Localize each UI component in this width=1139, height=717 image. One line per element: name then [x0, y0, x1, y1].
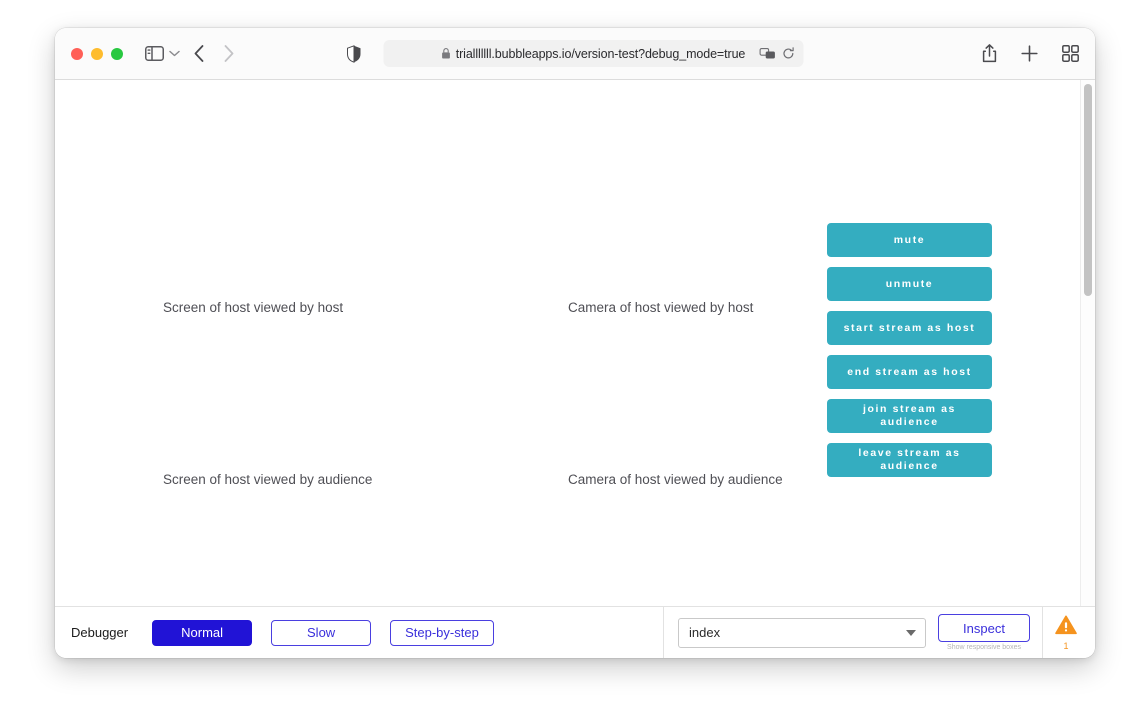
close-window-button[interactable] — [71, 47, 83, 60]
sidebar-icon[interactable] — [145, 46, 164, 61]
chevron-down-icon — [906, 629, 916, 636]
page-content: Screen of host viewed by host Camera of … — [55, 80, 1095, 606]
warning-count: 1 — [1063, 640, 1069, 651]
screen-of-host-viewed-by-audience-label: Screen of host viewed by audience — [163, 472, 373, 487]
warning-triangle-icon — [1055, 615, 1077, 640]
camera-of-host-viewed-by-audience-label: Camera of host viewed by audience — [568, 472, 783, 487]
reload-icon[interactable] — [783, 47, 795, 60]
debugger-speed-slow-button[interactable]: Slow — [271, 619, 372, 646]
url-bar-icons — [759, 47, 795, 60]
forward-button[interactable] — [224, 45, 234, 62]
debugger-bar: Debugger Normal Slow Step-by-step index … — [55, 606, 1095, 658]
browser-toolbar: trialllllll.bubbleapps.io/version-test?d… — [55, 28, 1095, 80]
minimize-window-button[interactable] — [91, 47, 103, 60]
window-controls — [71, 47, 123, 60]
leave-stream-as-audience-button[interactable]: leave stream as audience — [827, 443, 992, 477]
scrollbar-thumb[interactable] — [1084, 84, 1092, 296]
tab-grid-icon[interactable] — [1062, 45, 1079, 62]
join-stream-as-audience-button[interactable]: join stream as audience — [827, 399, 992, 433]
stream-action-buttons: mute unmute start stream as host end str… — [827, 223, 992, 477]
debugger-speed-step-by-step-button[interactable]: Step-by-step — [390, 619, 494, 646]
inspect-control: Inspect Show responsive boxes — [938, 614, 1030, 651]
plus-icon[interactable] — [1021, 45, 1038, 62]
url-input[interactable]: trialllllll.bubbleapps.io/version-test?d… — [383, 40, 804, 67]
page-select-dropdown[interactable]: index — [678, 617, 926, 648]
debugger-label: Debugger — [71, 625, 129, 640]
mute-button[interactable]: mute — [827, 223, 992, 257]
debugger-speed-normal-button[interactable]: Normal — [152, 619, 253, 646]
translate-icon[interactable] — [759, 48, 776, 59]
browser-window: trialllllll.bubbleapps.io/version-test?d… — [55, 28, 1095, 658]
page-select-value: index — [689, 625, 721, 640]
inspect-button[interactable]: Inspect — [938, 614, 1030, 642]
inspect-sublabel: Show responsive boxes — [947, 644, 1021, 651]
maximize-window-button[interactable] — [111, 47, 123, 60]
shield-icon[interactable] — [347, 44, 362, 63]
unmute-button[interactable]: unmute — [827, 267, 992, 301]
lock-icon — [442, 48, 451, 59]
back-button[interactable] — [194, 45, 204, 62]
url-text: trialllllll.bubbleapps.io/version-test?d… — [455, 46, 746, 61]
share-icon[interactable] — [982, 44, 997, 63]
end-stream-as-host-button[interactable]: end stream as host — [827, 355, 992, 389]
camera-of-host-viewed-by-host-label: Camera of host viewed by host — [568, 300, 754, 315]
debugger-right-controls: index Inspect Show responsive boxes 1 — [663, 607, 1077, 658]
chevron-down-icon[interactable] — [169, 50, 180, 57]
address-bar-group: trialllllll.bubbleapps.io/version-test?d… — [347, 40, 804, 67]
screen-of-host-viewed-by-host-label: Screen of host viewed by host — [163, 300, 344, 315]
warning-indicator[interactable]: 1 — [1042, 607, 1077, 658]
page-scrollbar[interactable] — [1080, 80, 1095, 606]
toolbar-right-actions — [982, 44, 1079, 63]
start-stream-as-host-button[interactable]: start stream as host — [827, 311, 992, 345]
